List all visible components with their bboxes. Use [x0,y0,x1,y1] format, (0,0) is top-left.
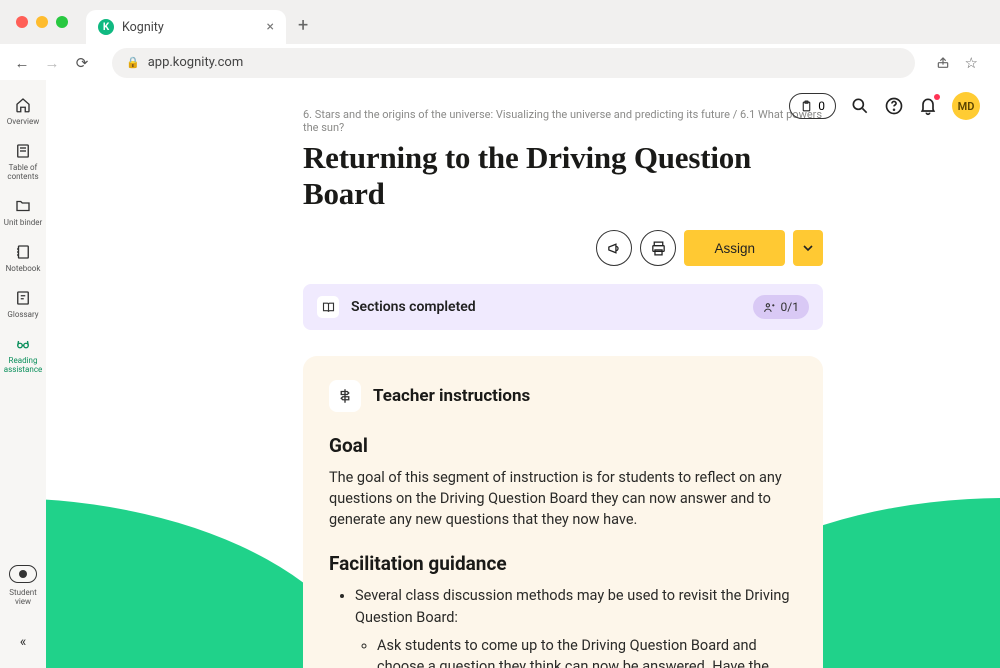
browser-tab[interactable]: K Kognity × [86,10,286,44]
breadcrumb[interactable]: 6. Stars and the origins of the universe… [303,108,823,134]
address-bar-actions: ☆ [935,54,988,72]
notebook-icon [14,243,32,261]
address-bar-row: ← → ⟳ 🔒 app.kognity.com ☆ [0,44,1000,80]
sidebar-item-label: Reading assistance [2,356,44,374]
sidebar: Overview Table of contents Unit binder N… [0,80,46,668]
archive-count: 0 [818,99,825,113]
sidebar-item-toc[interactable]: Table of contents [1,136,45,187]
app-viewport: 0 MD Overview Table of contents Unit bin… [0,80,1000,668]
sidebar-item-notebook[interactable]: Notebook [1,237,45,279]
sidebar-item-overview[interactable]: Overview [1,90,45,132]
panel-title: Teacher instructions [373,386,530,406]
tab-title: Kognity [122,20,259,35]
bookmark-icon[interactable]: ☆ [965,54,978,72]
collapse-sidebar-button[interactable]: « [20,634,27,650]
print-icon [650,240,667,257]
favicon-icon: K [98,19,114,35]
clipboard-icon [800,100,813,113]
new-tab-button[interactable]: + [298,15,308,36]
book-icon [14,142,32,160]
close-tab-icon[interactable]: × [267,19,274,35]
titlebar: K Kognity × + [0,0,1000,44]
print-button[interactable] [640,230,676,266]
reload-button[interactable]: ⟳ [72,54,92,72]
book-open-icon [317,296,339,318]
folder-icon [14,197,32,215]
address-bar[interactable]: 🔒 app.kognity.com [112,48,915,78]
assign-button[interactable]: Assign [684,230,785,266]
sections-count-pill: 0/1 [753,295,809,319]
maximize-window-icon[interactable] [56,16,68,28]
sidebar-item-label: Table of contents [2,163,44,181]
avatar[interactable]: MD [952,92,980,120]
facilitation-heading: Facilitation guidance [329,552,797,575]
sections-count: 0/1 [781,300,799,314]
lock-icon: 🔒 [126,56,140,69]
list-item: Ask students to come up to the Driving Q… [377,635,797,668]
help-icon[interactable] [884,96,904,116]
sidebar-item-reading-assistance[interactable]: Reading assistance [1,329,45,380]
glasses-icon [14,335,32,353]
sidebar-item-label: Student view [2,588,44,606]
toggle-icon [9,565,37,583]
sidebar-item-label: Notebook [6,264,41,273]
glossary-icon [14,289,32,307]
announce-button[interactable] [596,230,632,266]
person-icon [763,301,776,314]
facilitation-list: Several class discussion methods may be … [329,585,797,668]
page-actions: Assign [303,230,823,266]
signpost-icon [329,380,361,412]
sidebar-item-glossary[interactable]: Glossary [1,283,45,325]
back-button[interactable]: ← [12,54,32,72]
sidebar-item-student-view[interactable]: Student view [1,559,45,612]
main-content: 6. Stars and the origins of the universe… [46,80,1000,668]
sidebar-item-label: Unit binder [4,218,42,227]
minimize-window-icon[interactable] [36,16,48,28]
notification-badge [934,94,940,100]
page-title: Returning to the Driving Question Board [303,140,823,212]
window-controls [16,16,68,28]
megaphone-icon [606,240,623,257]
browser-chrome: K Kognity × + ← → ⟳ 🔒 app.kognity.com ☆ [0,0,1000,80]
chevron-down-icon [803,243,813,253]
close-window-icon[interactable] [16,16,28,28]
list-item: Several class discussion methods may be … [355,585,797,668]
sidebar-item-label: Overview [7,117,39,126]
archive-pill[interactable]: 0 [789,93,836,119]
app-topbar: 0 MD [789,92,980,120]
sidebar-item-label: Glossary [7,310,38,319]
teacher-instructions-panel: Teacher instructions Goal The goal of th… [303,356,823,668]
url-text: app.kognity.com [148,55,244,70]
sections-label: Sections completed [351,299,741,315]
sections-completed-row[interactable]: Sections completed 0/1 [303,284,823,330]
share-icon[interactable] [935,54,951,72]
goal-text: The goal of this segment of instruction … [329,467,797,530]
sidebar-item-unit-binder[interactable]: Unit binder [1,191,45,233]
notifications-icon[interactable] [918,96,938,116]
assign-dropdown-button[interactable] [793,230,823,266]
forward-button[interactable]: → [42,54,62,72]
home-icon [14,96,32,114]
goal-heading: Goal [329,434,797,457]
search-icon[interactable] [850,96,870,116]
